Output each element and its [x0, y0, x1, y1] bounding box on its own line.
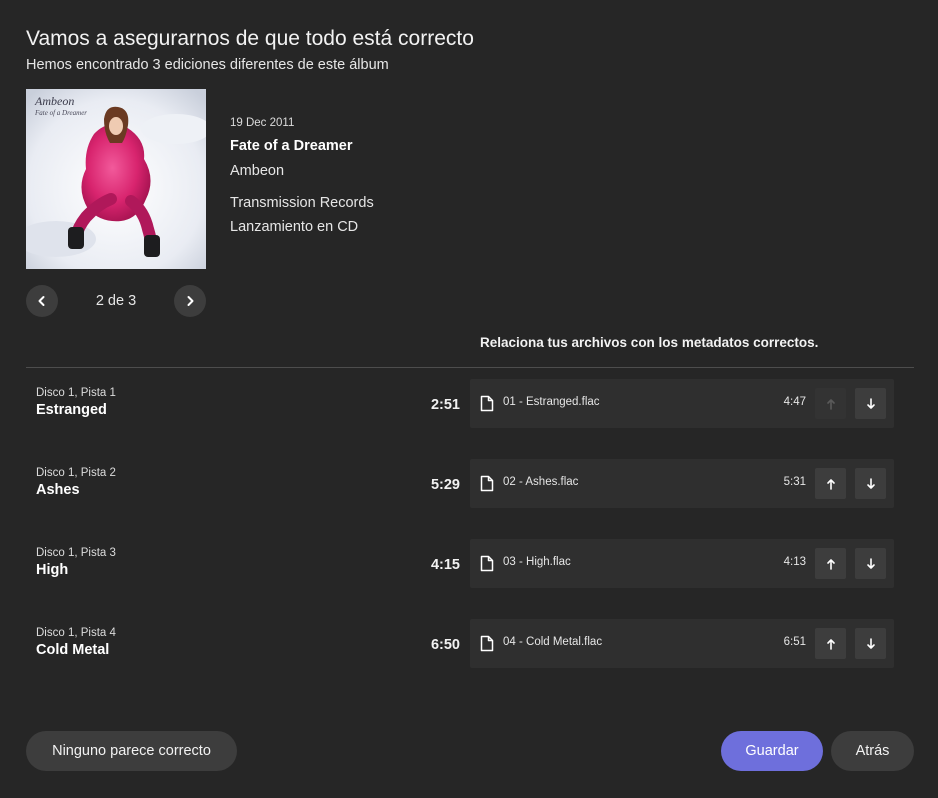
save-button[interactable]: Guardar: [721, 731, 823, 771]
matched-file[interactable]: 04 - Cold Metal.flac 6:51: [470, 619, 894, 668]
none-match-button[interactable]: Ninguno parece correcto: [26, 731, 237, 771]
arrow-up-icon: [826, 398, 835, 410]
track-title: Ashes: [36, 482, 80, 498]
track-position: Disco 1, Pista 3: [36, 547, 116, 559]
move-down-button[interactable]: [855, 628, 886, 659]
file-icon: [480, 555, 494, 572]
chevron-right-icon: [187, 296, 194, 306]
matched-file[interactable]: 03 - High.flac 4:13: [470, 539, 894, 588]
track-position: Disco 1, Pista 2: [36, 467, 116, 479]
track-position: Disco 1, Pista 1: [36, 387, 116, 399]
file-duration: 5:31: [783, 476, 806, 488]
track-info: Disco 1, Pista 3 High: [36, 547, 116, 578]
arrow-down-icon: [866, 557, 875, 569]
back-button[interactable]: Atrás: [831, 731, 914, 771]
track-title: Estranged: [36, 402, 107, 418]
track-title: High: [36, 562, 69, 578]
move-up-button[interactable]: [815, 468, 846, 499]
move-down-button[interactable]: [855, 388, 886, 419]
track-row: Disco 1, Pista 3 High 4:15 03 - High.flac 4:…: [26, 539, 914, 599]
track-duration: 2:51: [430, 397, 460, 413]
file-name: 04 - Cold Metal.flac: [503, 636, 603, 648]
previous-edition-button[interactable]: [26, 285, 58, 317]
arrow-up-icon: [826, 478, 835, 490]
track-row: Disco 1, Pista 2 Ashes 5:29 02 - Ashes.flac…: [26, 459, 914, 519]
edition-metadata: 19 Dec 2011 Fate of a Dreamer Ambeon Tra…: [230, 117, 374, 235]
matched-file[interactable]: 01 - Estranged.flac 4:47: [470, 379, 894, 428]
file-duration: 4:13: [783, 556, 806, 568]
arrow-up-icon: [826, 558, 835, 570]
move-up-button[interactable]: [815, 548, 846, 579]
chevron-left-icon: [38, 296, 45, 306]
move-down-button[interactable]: [855, 548, 886, 579]
arrow-down-icon: [866, 397, 875, 409]
arrow-down-icon: [866, 477, 875, 489]
cover-album-text: Fate of a Dreamer: [34, 109, 87, 117]
track-info: Disco 1, Pista 4 Cold Metal: [36, 627, 116, 658]
track-row: Disco 1, Pista 4 Cold Metal 6:50 04 - Cold …: [26, 619, 914, 679]
match-album-dialog: Vamos a asegurarnos de que todo está cor…: [0, 0, 938, 798]
move-up-button: [815, 388, 846, 419]
cover-artist-text: Ambeon: [34, 94, 74, 108]
dialog-title: Vamos a asegurarnos de que todo está cor…: [26, 27, 474, 50]
divider: [26, 367, 914, 368]
dialog-subtitle: Hemos encontrado 3 ediciones diferentes …: [26, 57, 389, 73]
arrow-down-icon: [866, 637, 875, 649]
artist-name: Ambeon: [230, 163, 285, 179]
next-edition-button[interactable]: [174, 285, 206, 317]
track-row: Disco 1, Pista 1 Estranged 2:51 01 - Estran…: [26, 379, 914, 439]
match-instruction: Relaciona tus archivos con los metadatos…: [480, 335, 819, 350]
track-duration: 4:15: [430, 557, 460, 573]
track-duration: 5:29: [430, 477, 460, 493]
track-info: Disco 1, Pista 2 Ashes: [36, 467, 116, 498]
file-icon: [480, 395, 494, 412]
track-position: Disco 1, Pista 4: [36, 627, 116, 639]
track-title: Cold Metal: [36, 642, 110, 658]
track-duration: 6:50: [430, 637, 460, 653]
matched-file[interactable]: 02 - Ashes.flac 5:31: [470, 459, 894, 508]
edition-counter: 2 de 3: [95, 293, 137, 309]
file-icon: [480, 475, 494, 492]
file-name: 03 - High.flac: [503, 556, 571, 568]
release-format: Lanzamiento en CD: [230, 219, 359, 235]
record-label: Transmission Records: [230, 195, 374, 211]
file-name: 02 - Ashes.flac: [503, 476, 579, 488]
album-title: Fate of a Dreamer: [230, 138, 353, 154]
arrow-up-icon: [826, 638, 835, 650]
track-info: Disco 1, Pista 1 Estranged: [36, 387, 116, 418]
album-cover: Ambeon Fate of a Dreamer: [26, 89, 206, 269]
file-duration: 4:47: [783, 396, 806, 408]
move-down-button[interactable]: [855, 468, 886, 499]
file-icon: [480, 635, 494, 652]
file-duration: 6:51: [783, 636, 806, 648]
release-date: 19 Dec 2011: [230, 117, 295, 129]
file-name: 01 - Estranged.flac: [503, 396, 600, 408]
move-up-button[interactable]: [815, 628, 846, 659]
